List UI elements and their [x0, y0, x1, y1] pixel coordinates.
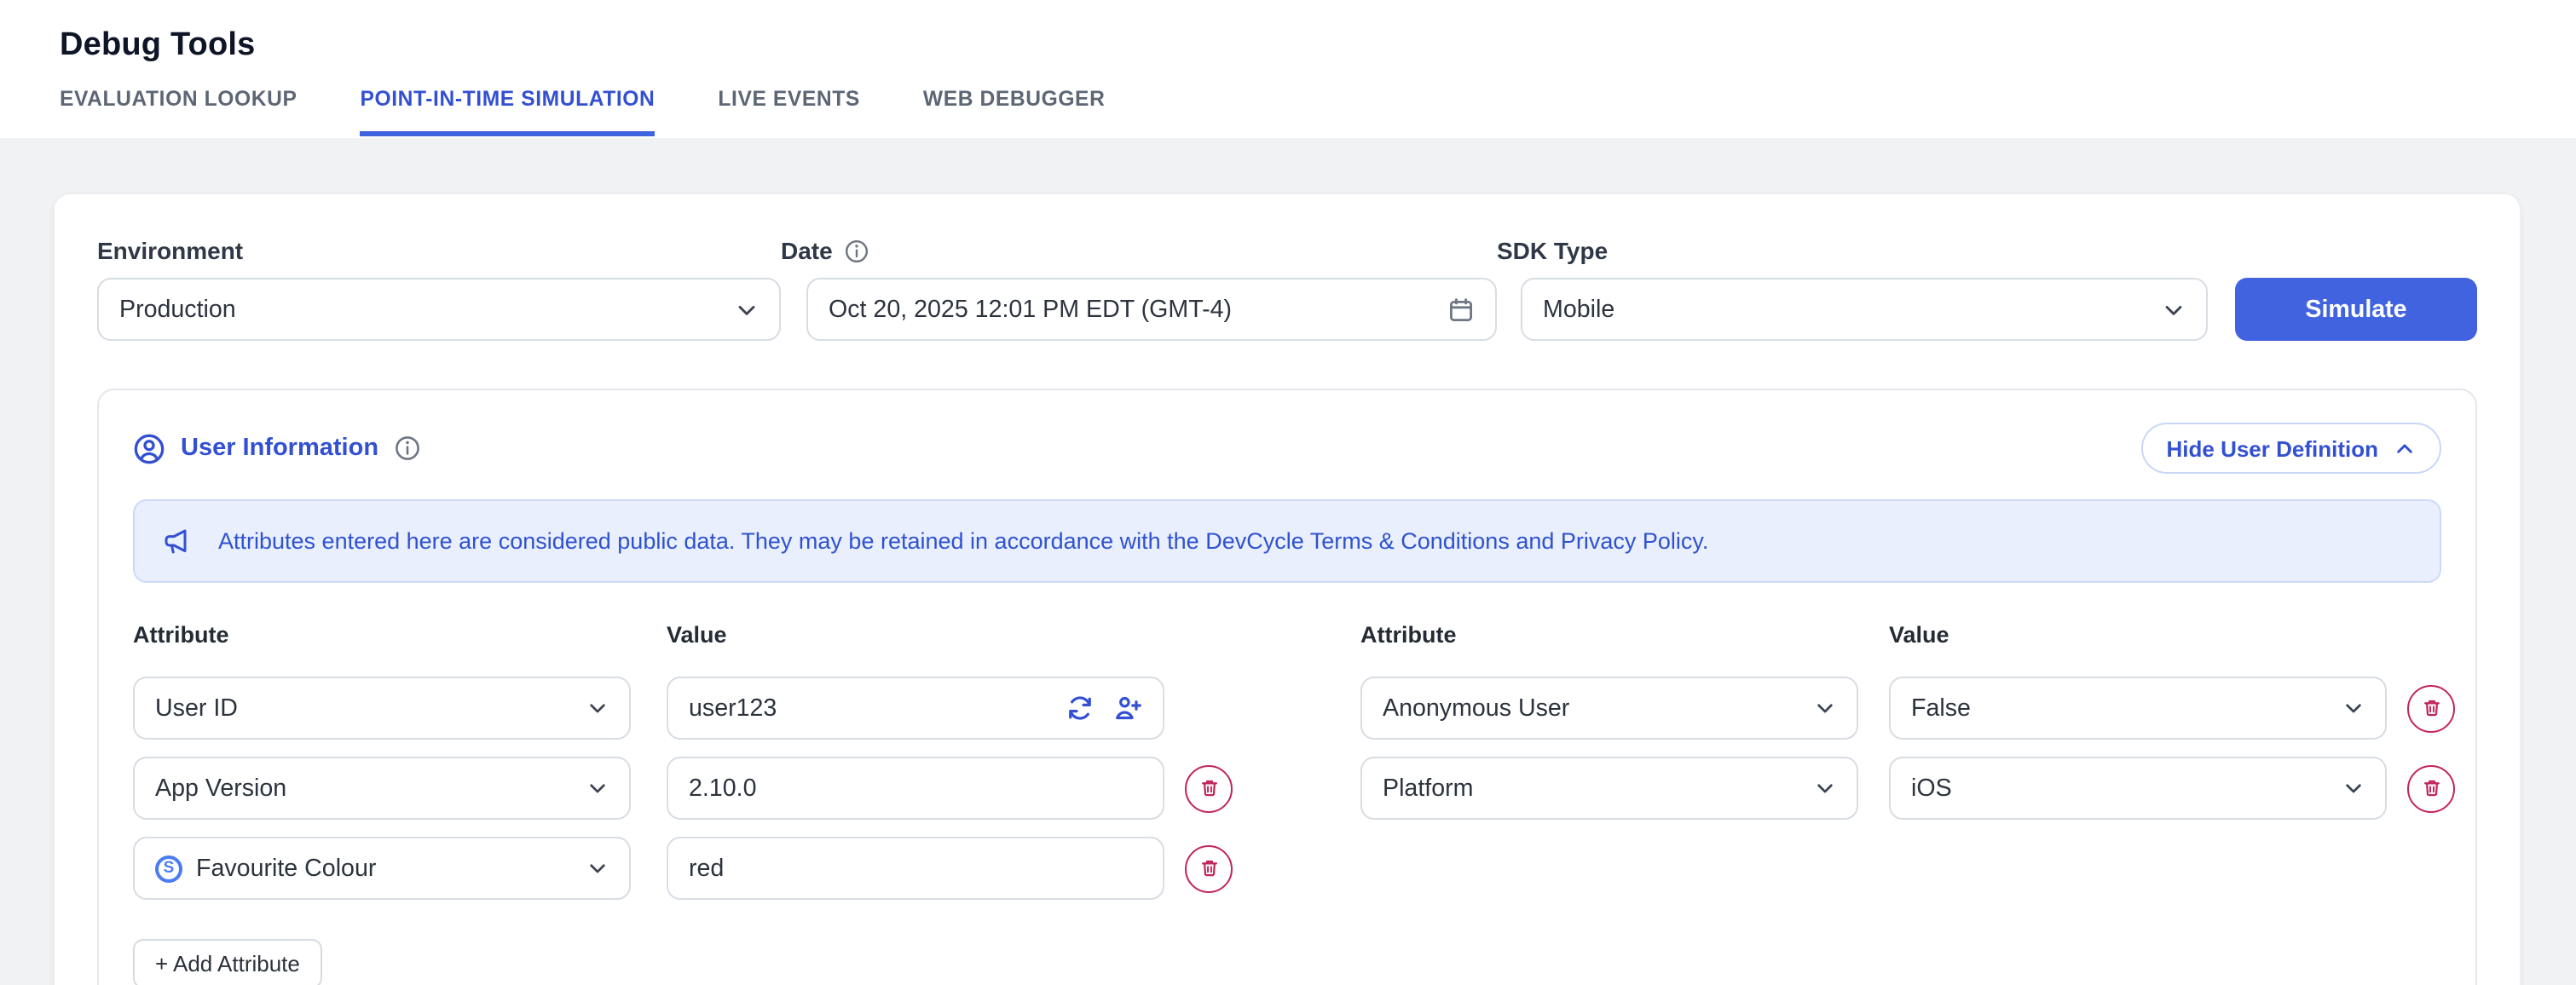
delete-attribute-button[interactable] [2407, 684, 2455, 732]
attribute-select-favourite-colour[interactable]: S Favourite Colour [133, 837, 631, 900]
attribute-row: App Version Platform [133, 757, 2441, 820]
chevron-down-icon [2162, 297, 2186, 321]
attribute-name: Favourite Colour [196, 855, 376, 882]
attribute-name: Platform [1383, 775, 1473, 802]
chevron-down-icon [2342, 777, 2365, 799]
regenerate-user-id-icon[interactable] [1066, 694, 1095, 723]
delete-attribute-button[interactable] [1185, 764, 1233, 812]
column-header-value: Value [1889, 622, 2387, 648]
tab-point-in-time-simulation[interactable]: POINT-IN-TIME SIMULATION [360, 87, 655, 136]
simulate-button[interactable]: Simulate [2235, 278, 2477, 341]
attribute-name: App Version [155, 775, 286, 802]
sdk-type-label: SDK Type [1497, 237, 2208, 264]
tab-evaluation-lookup[interactable]: EVALUATION LOOKUP [60, 87, 297, 136]
attributes-grid: Attribute Value Attribute Value User ID [133, 622, 2441, 985]
environment-label: Environment [97, 237, 781, 264]
hide-user-definition-label: Hide User Definition [2167, 435, 2379, 461]
value-input-user-id-wrap [667, 677, 1164, 740]
chevron-down-icon [586, 697, 609, 719]
environment-select[interactable]: Production [97, 278, 781, 341]
value-select-platform[interactable]: iOS [1889, 757, 2387, 820]
public-data-banner-text: Attributes entered here are considered p… [218, 528, 1708, 554]
chevron-down-icon [586, 857, 609, 879]
attribute-select-app-version[interactable]: App Version [133, 757, 631, 820]
page-title: Debug Tools [60, 27, 2576, 65]
user-plus-icon[interactable] [1113, 694, 1142, 723]
app-header: Debug Tools EVALUATION LOOKUP POINT-IN-T… [0, 0, 2576, 138]
user-information-section: User Information Hide User Definition At… [97, 389, 2477, 985]
attribute-row: S Favourite Colour [133, 837, 2441, 900]
value-input-favourite-colour[interactable] [689, 838, 1142, 898]
attributes-grid-headers: Attribute Value Attribute Value [133, 622, 2441, 648]
tab-bar: EVALUATION LOOKUP POINT-IN-TIME SIMULATI… [60, 87, 2576, 136]
date-value: Oct 20, 2025 12:01 PM EDT (GMT-4) [829, 296, 1232, 323]
attribute-value: iOS [1911, 775, 1952, 802]
value-select-anonymous-user[interactable]: False [1889, 677, 2387, 740]
public-data-banner: Attributes entered here are considered p… [133, 499, 2441, 583]
delete-attribute-button[interactable] [2407, 764, 2455, 812]
chevron-down-icon [586, 777, 609, 799]
value-input-user-id[interactable] [689, 678, 1066, 738]
user-circle-icon [133, 432, 165, 464]
sdk-type-field: SDK Type Mobile [1497, 237, 2208, 341]
column-header-value: Value [667, 622, 1164, 648]
calendar-icon [1447, 296, 1475, 323]
attribute-select-platform[interactable]: Platform [1360, 757, 1858, 820]
simulation-panel: Environment Production Date Oct 20, 2025 [53, 193, 2521, 985]
date-label: Date [781, 237, 833, 264]
megaphone-icon [162, 524, 196, 558]
attribute-name: User ID [155, 694, 238, 722]
delete-attribute-button[interactable] [1185, 844, 1233, 892]
add-attribute-button[interactable]: + Add Attribute [133, 939, 322, 985]
sdk-type-select[interactable]: Mobile [1521, 278, 2208, 341]
attribute-name: Anonymous User [1383, 694, 1569, 722]
user-information-title: User Information [181, 435, 378, 462]
user-information-info-icon[interactable] [394, 435, 421, 462]
tab-web-debugger[interactable]: WEB DEBUGGER [923, 87, 1106, 136]
chevron-down-icon [1814, 697, 1836, 719]
date-picker[interactable]: Oct 20, 2025 12:01 PM EDT (GMT-4) [806, 278, 1497, 341]
value-input-app-version-wrap [667, 757, 1164, 820]
tab-live-events[interactable]: LIVE EVENTS [718, 87, 860, 136]
value-input-favourite-colour-wrap [667, 837, 1164, 900]
chevron-up-icon [2394, 437, 2416, 459]
attribute-value: False [1911, 694, 1971, 722]
chevron-down-icon [2342, 697, 2365, 719]
chevron-down-icon [1814, 777, 1836, 799]
attribute-select-user-id[interactable]: User ID [133, 677, 631, 740]
date-info-icon[interactable] [845, 238, 870, 263]
sdk-type-value: Mobile [1543, 296, 1614, 323]
simulation-controls: Environment Production Date Oct 20, 2025 [97, 237, 2477, 341]
value-input-app-version[interactable] [689, 758, 1142, 818]
date-field: Date Oct 20, 2025 12:01 PM EDT (GMT-4) [781, 237, 1497, 341]
column-header-attribute: Attribute [1360, 622, 1858, 648]
environment-value: Production [119, 296, 236, 323]
string-type-icon: S [155, 855, 182, 882]
column-header-attribute: Attribute [133, 622, 631, 648]
chevron-down-icon [735, 297, 759, 321]
hide-user-definition-button[interactable]: Hide User Definition [2141, 423, 2442, 474]
attribute-row: User ID [133, 677, 2441, 740]
page: Debug Tools EVALUATION LOOKUP POINT-IN-T… [0, 0, 2576, 985]
environment-field: Environment Production [97, 237, 781, 341]
attribute-select-anonymous-user[interactable]: Anonymous User [1360, 677, 1858, 740]
